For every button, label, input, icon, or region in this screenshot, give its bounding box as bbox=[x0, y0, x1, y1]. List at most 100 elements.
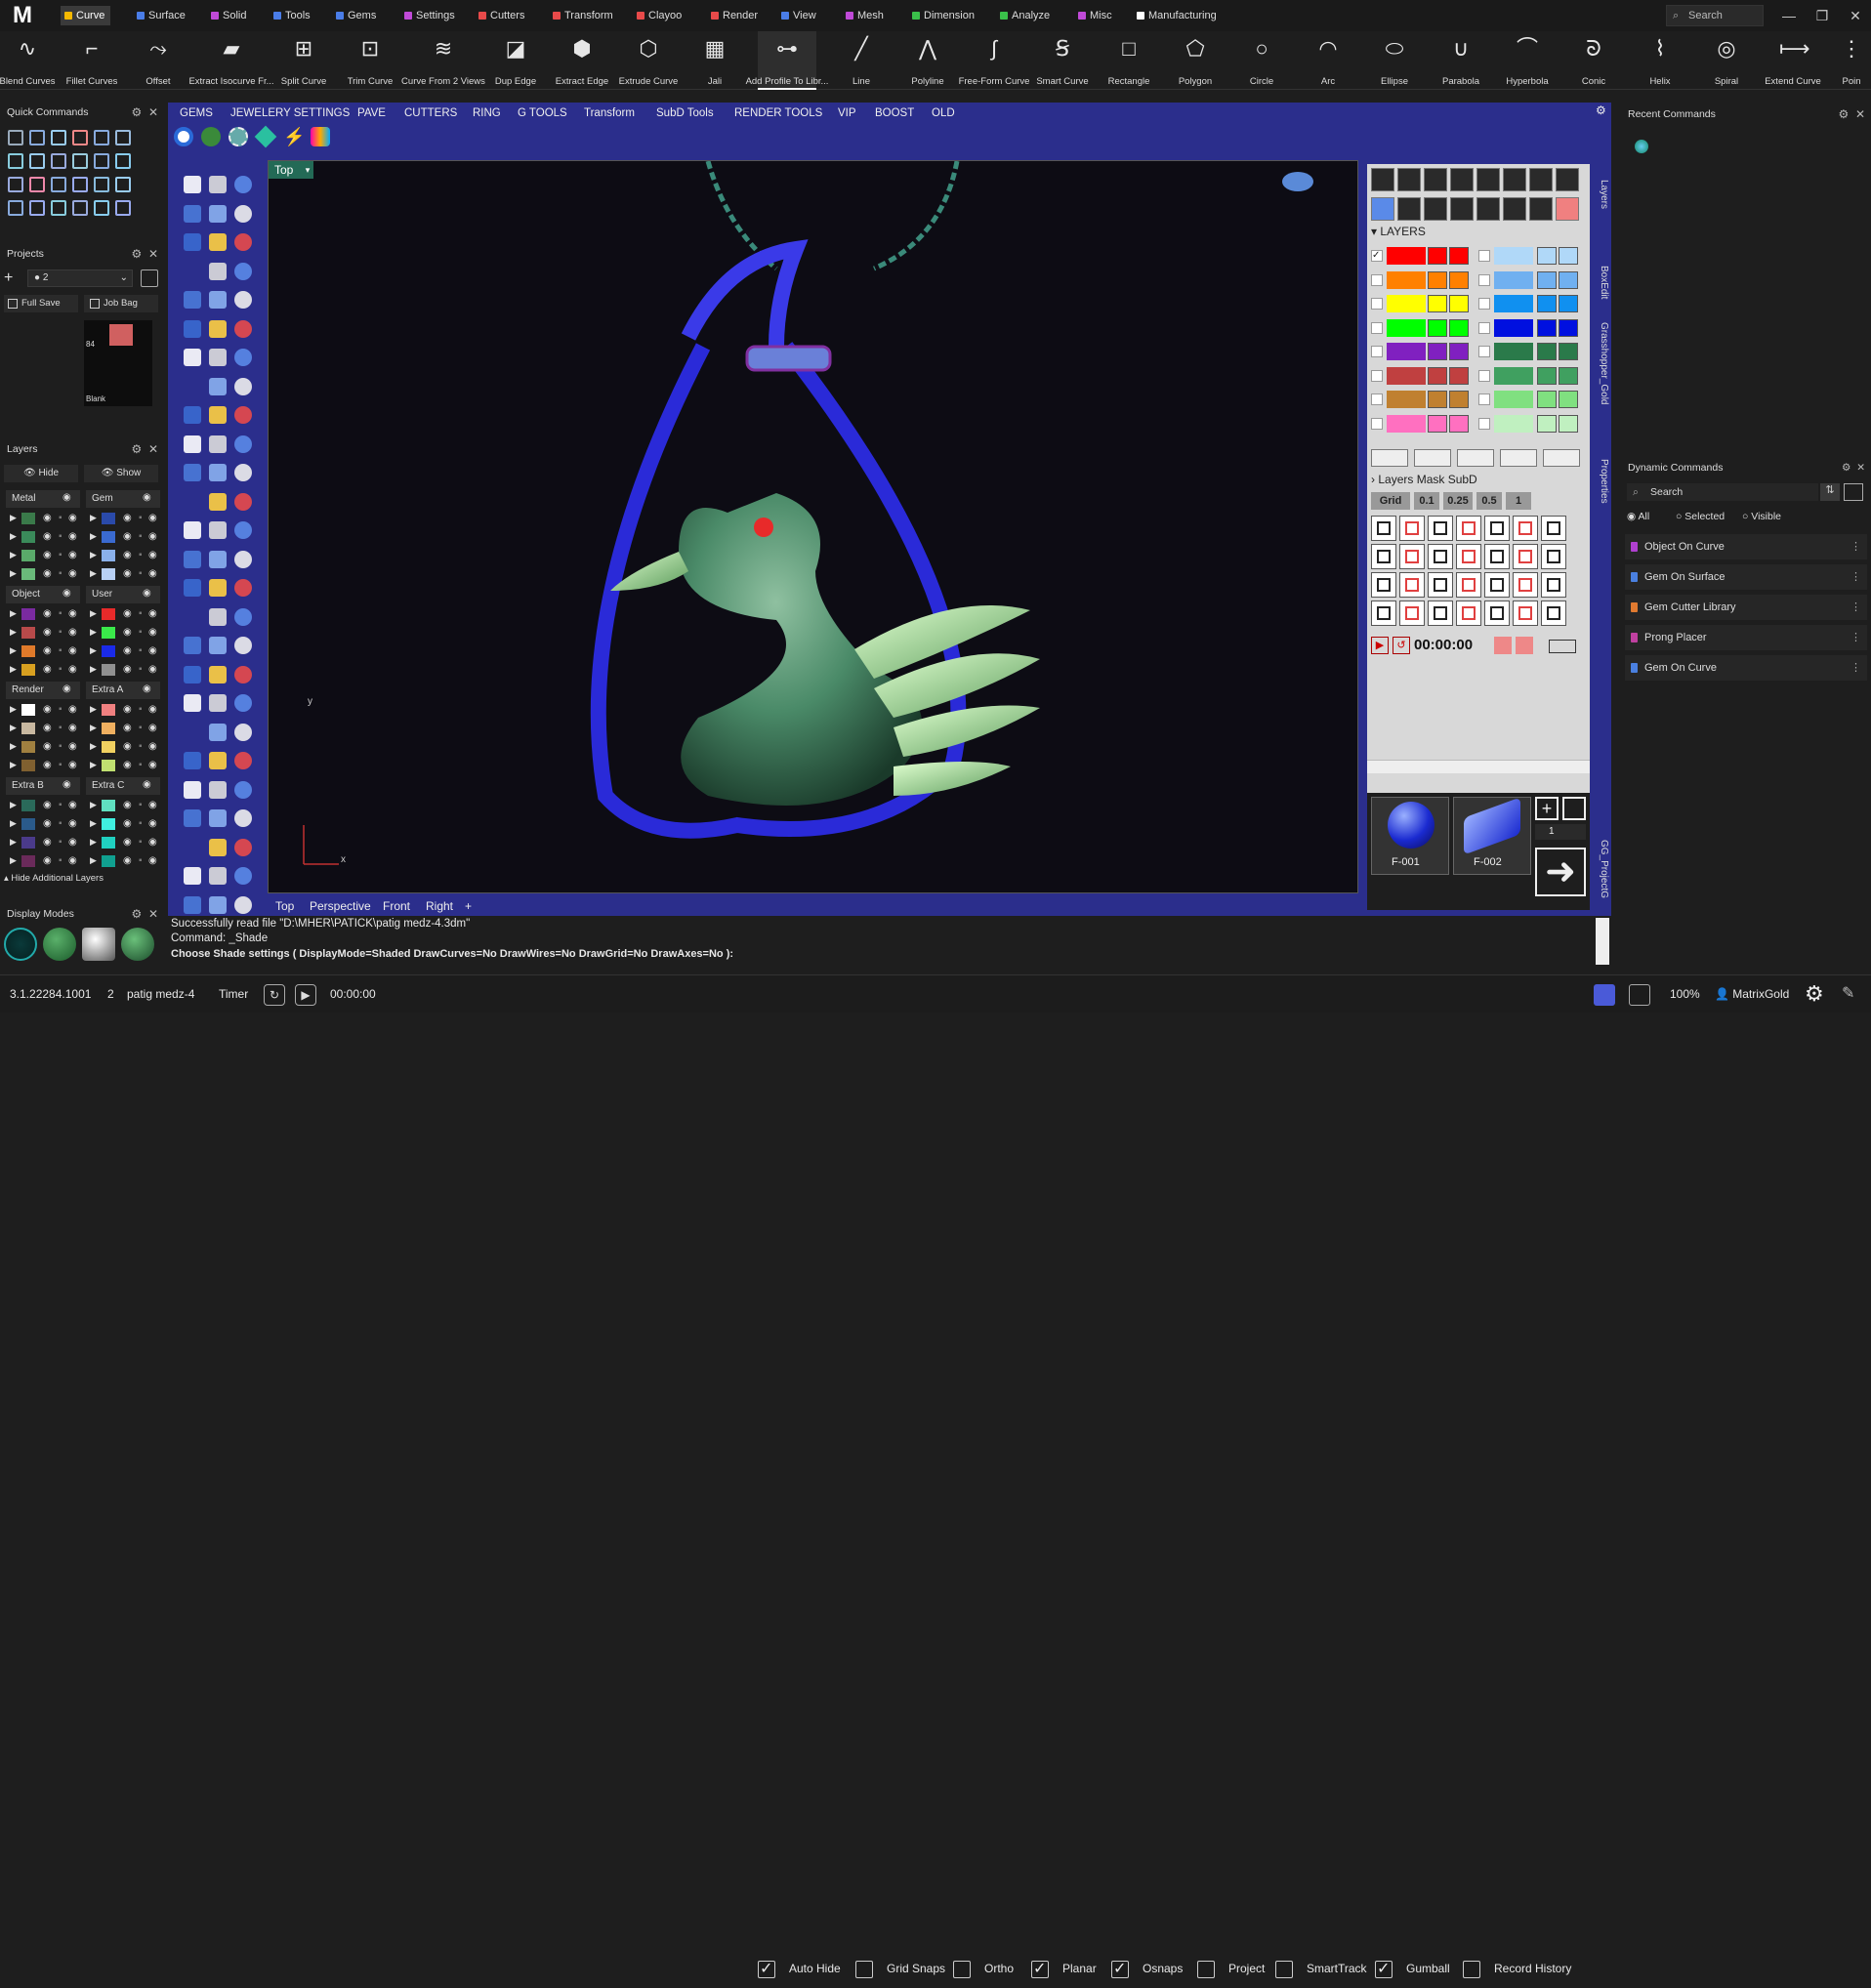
lock-icon[interactable]: ▪ bbox=[139, 818, 143, 829]
dynamic-search-input[interactable]: ⌕ Search bbox=[1627, 483, 1818, 501]
eye-icon[interactable]: ◉ bbox=[143, 588, 151, 599]
vertical-tool-icon[interactable] bbox=[209, 723, 227, 741]
layer-color-swatch[interactable] bbox=[1494, 247, 1533, 265]
lock-icon[interactable] bbox=[1449, 247, 1469, 265]
lock-icon[interactable]: ▪ bbox=[59, 800, 62, 810]
expand-icon[interactable]: ▶ bbox=[90, 627, 97, 638]
layer-checkbox[interactable] bbox=[1478, 273, 1490, 286]
layer-checkbox[interactable] bbox=[1478, 250, 1490, 262]
expand-icon[interactable]: ▶ bbox=[10, 550, 17, 560]
vertical-tool-icon[interactable] bbox=[184, 406, 201, 424]
eye-icon[interactable]: ◉ bbox=[123, 513, 132, 523]
layer-color-swatch[interactable] bbox=[21, 627, 35, 639]
expand-icon[interactable]: ▶ bbox=[10, 818, 17, 829]
vertical-tool-icon[interactable] bbox=[234, 607, 252, 626]
layer-color-swatch[interactable] bbox=[102, 627, 115, 639]
menu-tab-misc[interactable]: Misc bbox=[1074, 6, 1118, 25]
eye-icon[interactable]: ◉ bbox=[43, 855, 52, 866]
eye-icon[interactable]: ◉ bbox=[43, 837, 52, 848]
expand-icon[interactable]: ▶ bbox=[90, 513, 97, 523]
layer-tool-icon[interactable] bbox=[1529, 168, 1553, 191]
eye-icon[interactable]: ◉ bbox=[148, 550, 157, 560]
layer-tool-icon[interactable] bbox=[1371, 168, 1394, 191]
eye-icon[interactable]: ◉ bbox=[43, 723, 52, 733]
lock-icon[interactable]: ▪ bbox=[59, 608, 62, 619]
dynamic-command-item[interactable]: Gem On Curve ⋮ bbox=[1625, 655, 1867, 681]
lock-icon[interactable]: ▪ bbox=[59, 741, 62, 752]
layer-color-swatch[interactable] bbox=[21, 513, 35, 524]
eye-icon[interactable]: ◉ bbox=[143, 492, 151, 503]
layer-footer-button[interactable] bbox=[1414, 449, 1451, 467]
layer-color-swatch[interactable] bbox=[21, 608, 35, 620]
view-tab-right[interactable]: Right bbox=[426, 896, 453, 916]
vertical-tool-icon[interactable] bbox=[209, 349, 227, 366]
lock-icon[interactable] bbox=[1449, 270, 1469, 289]
quick-command-icon[interactable] bbox=[94, 153, 109, 169]
menu-tab-surface[interactable]: Surface bbox=[133, 6, 191, 25]
layer-row[interactable]: ▶ ◉ ▪ ◉ bbox=[6, 757, 80, 774]
viewport-top[interactable]: Top ▾ y x bbox=[268, 160, 1358, 893]
quick-command-icon[interactable] bbox=[29, 153, 45, 169]
gold-tab-jewelery-settings[interactable]: JEWELERY SETTINGS bbox=[230, 104, 350, 123]
tool-offset[interactable]: ⤳ Offset bbox=[129, 31, 187, 90]
eye-icon[interactable]: ◉ bbox=[68, 818, 77, 829]
gold-tab-old[interactable]: OLD bbox=[932, 104, 955, 123]
gold-tab-gems[interactable]: GEMS bbox=[180, 104, 213, 123]
lock-icon[interactable]: ▪ bbox=[139, 800, 143, 810]
side-tab-grasshopper_gold[interactable]: Grasshopper_Gold bbox=[1599, 322, 1609, 405]
plugin-icon[interactable] bbox=[1594, 984, 1615, 1006]
layer-color-swatch[interactable] bbox=[21, 741, 35, 753]
vertical-tool-icon[interactable] bbox=[234, 579, 252, 597]
lock-icon[interactable]: ▪ bbox=[139, 550, 143, 560]
menu-tab-analyze[interactable]: Analyze bbox=[996, 6, 1056, 25]
panel-controls[interactable]: ⚙ ✕ bbox=[132, 439, 158, 459]
layer-tool-icon[interactable] bbox=[1476, 197, 1500, 221]
layer-row[interactable]: ▶ ◉ ▪ ◉ bbox=[86, 797, 160, 814]
vertical-tool-icon[interactable] bbox=[209, 435, 227, 453]
expand-icon[interactable]: ▶ bbox=[10, 513, 17, 523]
vertical-tool-icon[interactable] bbox=[234, 895, 252, 914]
expand-icon[interactable]: ▶ bbox=[90, 568, 97, 579]
eye-icon[interactable]: ◉ bbox=[148, 704, 157, 715]
quick-command-icon[interactable] bbox=[72, 200, 88, 216]
view-toggle-icon[interactable] bbox=[1844, 483, 1863, 501]
layer-checkbox[interactable] bbox=[1478, 346, 1490, 357]
vertical-tool-icon[interactable] bbox=[184, 809, 201, 827]
toggle-project-checkbox[interactable] bbox=[1197, 1961, 1215, 1978]
layer-tool-icon[interactable] bbox=[1424, 197, 1447, 221]
quick-command-icon[interactable] bbox=[51, 177, 66, 192]
eye-icon[interactable] bbox=[1537, 343, 1557, 360]
expand-icon[interactable]: ▶ bbox=[90, 837, 97, 848]
hide-layers-button[interactable]: 👁 Hide bbox=[4, 465, 78, 482]
eye-icon[interactable] bbox=[1428, 247, 1447, 265]
gold-tab-vip[interactable]: VIP bbox=[838, 104, 856, 123]
vertical-tool-icon[interactable] bbox=[184, 867, 201, 885]
gold-tab-render-tools[interactable]: RENDER TOOLS bbox=[734, 104, 822, 123]
view-tab-front[interactable]: Front bbox=[383, 896, 410, 916]
command-prompt[interactable]: Choose Shade settings ( DisplayMode=Shad… bbox=[171, 948, 733, 960]
layer-row[interactable]: ▶ ◉ ▪ ◉ bbox=[6, 528, 80, 546]
subd-tool-icon[interactable] bbox=[1428, 601, 1453, 626]
layer-color-swatch[interactable] bbox=[1494, 318, 1533, 337]
layer-row[interactable]: ▶ ◉ ▪ ◉ bbox=[6, 797, 80, 814]
eye-icon[interactable]: ◉ bbox=[148, 837, 157, 848]
top-search-input[interactable]: ⌕ Search bbox=[1666, 5, 1764, 26]
vertical-tool-icon[interactable] bbox=[209, 780, 227, 799]
vertical-tool-icon[interactable] bbox=[209, 752, 227, 769]
vertical-tool-icon[interactable] bbox=[209, 262, 227, 280]
eye-icon[interactable]: ◉ bbox=[123, 645, 132, 656]
gear-icon[interactable]: ⚙ bbox=[1596, 104, 1609, 117]
expand-icon[interactable]: ▶ bbox=[10, 800, 17, 810]
vertical-tool-icon[interactable] bbox=[184, 349, 201, 366]
layer-color-swatch[interactable] bbox=[21, 760, 35, 771]
layer-color-swatch[interactable] bbox=[21, 818, 35, 830]
gold-tab-ring[interactable]: RING bbox=[473, 104, 501, 123]
eye-icon[interactable]: ◉ bbox=[43, 741, 52, 752]
eye-icon[interactable]: ◉ bbox=[148, 664, 157, 675]
layer-checkbox[interactable] bbox=[1371, 298, 1383, 310]
eye-icon[interactable]: ◉ bbox=[123, 800, 132, 810]
quick-command-icon[interactable] bbox=[115, 200, 131, 216]
lock-icon[interactable]: ▪ bbox=[59, 550, 62, 560]
vertical-tool-icon[interactable] bbox=[234, 204, 252, 223]
subd-tool-icon[interactable] bbox=[1541, 601, 1566, 626]
